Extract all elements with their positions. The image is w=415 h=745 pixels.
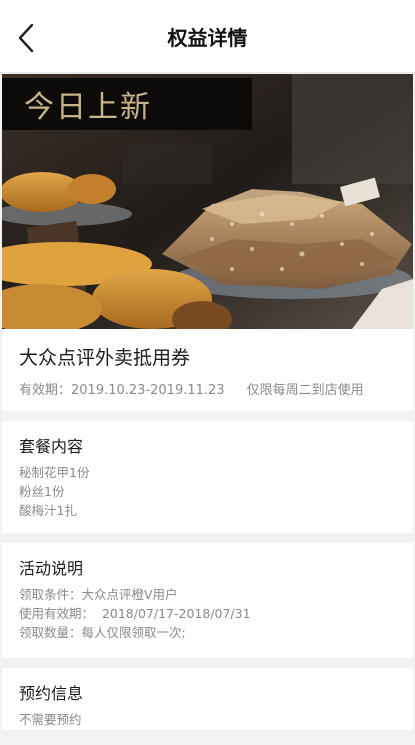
validity-range: 2019.10.23-2019.11.23 <box>71 383 225 398</box>
validity-label: 有效期： <box>19 383 72 398</box>
booking-title: 预约信息 <box>19 684 84 703</box>
activity-line: 领取数量：每人仅限领取一次; <box>19 625 186 640</box>
activity-title: 活动说明 <box>19 559 84 578</box>
package-title: 套餐内容 <box>19 437 84 456</box>
booking-list: 不需要预约 <box>19 710 82 729</box>
promo-banner: 今日上新 <box>2 78 252 130</box>
booking-section: 预约信息 不需要预约 <box>2 668 413 730</box>
package-list: 秘制花甲1份 粉丝1份 酸梅汁1扎 <box>19 463 89 520</box>
activity-list: 领取条件：大众点评橙V用户 使用有效期： 2018/07/17-2018/07/… <box>19 585 251 642</box>
activity-line: 领取条件：大众点评橙V用户 <box>19 587 178 602</box>
promo-banner-text: 今日上新 <box>24 90 152 125</box>
activity-line: 使用有效期： 2018/07/17-2018/07/31 <box>19 606 251 621</box>
validity-row: 有效期：2019.10.23-2019.11.23 仅限每周二到店使用 <box>19 379 364 398</box>
product-card: 大众点评外卖抵用券 有效期：2019.10.23-2019.11.23 仅限每周二… <box>2 329 413 411</box>
package-item: 秘制花甲1份 <box>19 465 90 480</box>
page-title: 权益详情 <box>167 26 248 50</box>
hero-image: 今日上新 <box>2 74 413 329</box>
product-title: 大众点评外卖抵用券 <box>19 347 191 369</box>
usage-note: 仅限每周二到店使用 <box>246 383 364 398</box>
top-bar: 权益详情 <box>0 0 415 73</box>
activity-section: 活动说明 领取条件：大众点评橙V用户 使用有效期： 2018/07/17-201… <box>2 543 413 658</box>
package-item: 酸梅汁1扎 <box>19 503 77 518</box>
package-section: 套餐内容 秘制花甲1份 粉丝1份 酸梅汁1扎 <box>2 421 413 533</box>
booking-text: 不需要预约 <box>19 712 82 727</box>
package-item: 粉丝1份 <box>19 484 65 499</box>
